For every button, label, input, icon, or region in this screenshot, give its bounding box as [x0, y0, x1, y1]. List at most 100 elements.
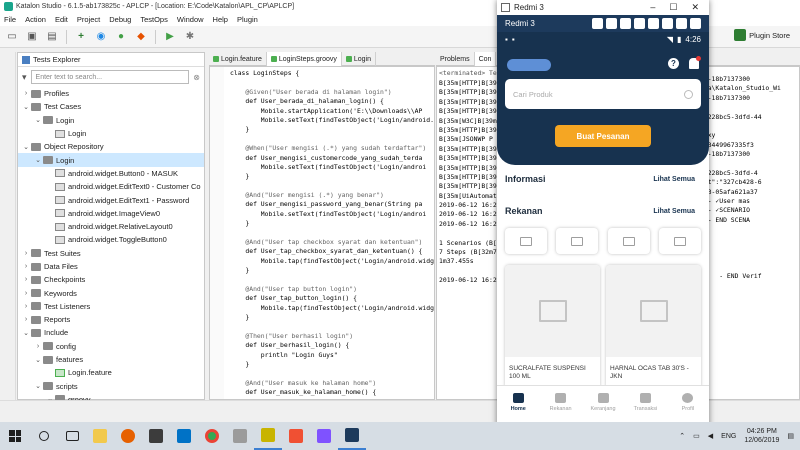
expand-arrow-icon[interactable]: › — [22, 276, 30, 283]
taskbar-katalon[interactable] — [254, 422, 282, 450]
menu-plugin[interactable]: Plugin — [237, 15, 258, 24]
phone-ctl-icon-4[interactable] — [634, 18, 645, 29]
minimize-icon[interactable]: – — [650, 2, 655, 13]
expand-arrow-icon[interactable]: ⌄ — [34, 382, 42, 390]
tree-item[interactable]: ⌄ scripts — [18, 380, 204, 393]
menu-action[interactable]: Action — [25, 15, 46, 24]
expand-arrow-icon[interactable]: › — [22, 290, 30, 297]
phone-ctl-icon-2[interactable] — [606, 18, 617, 29]
tree-item[interactable]: Login — [18, 127, 204, 140]
expand-arrow-icon[interactable]: › — [22, 250, 30, 257]
tree-item[interactable]: ⌄ Object Repository — [18, 140, 204, 153]
editor-tab[interactable]: LoginSteps.groovy — [266, 52, 342, 66]
taskbar-search[interactable] — [30, 422, 58, 450]
start-button[interactable] — [0, 422, 30, 450]
tree-item[interactable]: Login.feature — [18, 366, 204, 379]
tree-item[interactable]: › Data Files — [18, 260, 204, 273]
tree-item[interactable]: › Test Listeners — [18, 300, 204, 313]
notification-bell-icon[interactable] — [689, 56, 701, 69]
menu-window[interactable]: Window — [177, 15, 204, 24]
tree-item[interactable]: ⌄ Login — [18, 114, 204, 127]
filter-icon[interactable]: ▾ — [22, 72, 27, 83]
clock[interactable]: 04:26 PM 12/06/2019 — [744, 427, 779, 445]
clear-search-icon[interactable]: ⊗ — [193, 73, 200, 82]
taskbar-git[interactable] — [282, 422, 310, 450]
spy-icon[interactable]: ◉ — [93, 29, 109, 44]
debug-icon[interactable]: ✱ — [182, 29, 198, 44]
expand-arrow-icon[interactable]: › — [22, 263, 30, 270]
taskbar-task-view[interactable] — [58, 422, 86, 450]
tree-item[interactable]: ⌄ features — [18, 353, 204, 366]
phone-ctl-icon-7[interactable] — [676, 18, 687, 29]
tree-item[interactable]: › Test Suites — [18, 247, 204, 260]
taskbar-outlook[interactable] — [170, 422, 198, 450]
record-icon[interactable]: ● — [113, 29, 129, 44]
expand-arrow-icon[interactable]: ⌄ — [34, 356, 42, 364]
phone-ctl-icon-6[interactable] — [662, 18, 673, 29]
taskbar-scrcpy[interactable] — [338, 422, 366, 450]
tree-item[interactable]: › Keywords — [18, 286, 204, 299]
tree-item[interactable]: › Checkpoints — [18, 273, 204, 286]
save-all-icon[interactable]: ▤ — [44, 29, 60, 44]
expand-arrow-icon[interactable]: › — [22, 316, 30, 323]
language-indicator[interactable]: ENG — [721, 433, 736, 440]
taskbar-kotlin[interactable] — [310, 422, 338, 450]
notification-center-icon[interactable]: ▤ — [787, 432, 794, 440]
volume-icon[interactable]: ◀ — [708, 432, 713, 440]
tree-item[interactable]: › Reports — [18, 313, 204, 326]
tray-overflow-icon[interactable]: ⌃ — [679, 432, 685, 440]
phone-ctl-icon-1[interactable] — [592, 18, 603, 29]
expand-arrow-icon[interactable]: ⌄ — [22, 143, 30, 151]
partner-card[interactable] — [658, 228, 701, 254]
expand-arrow-icon[interactable]: ⌄ — [34, 156, 42, 164]
product-search-input[interactable]: Cari Produk — [505, 79, 701, 109]
editor-tab[interactable]: Login — [342, 52, 376, 66]
code-editor[interactable]: class LoginSteps { @Given("User berada d… — [209, 66, 435, 400]
console-tab[interactable]: Con — [474, 52, 497, 66]
menu-project[interactable]: Project — [77, 15, 100, 24]
explorer-search-input[interactable]: Enter text to search... — [30, 70, 190, 84]
product-card[interactable]: SUCRALFATE SUSPENSI 100 ML — [505, 265, 600, 389]
tree-item[interactable]: android.widget.EditText0 - Customer Co — [18, 180, 204, 193]
expand-arrow-icon[interactable]: ⌄ — [34, 116, 42, 124]
tree-item[interactable]: › config — [18, 340, 204, 353]
taskbar-firefox[interactable] — [114, 422, 142, 450]
add-icon[interactable]: + — [73, 29, 89, 44]
tree-item[interactable]: ⌄ Test Cases — [18, 100, 204, 113]
partner-card[interactable] — [505, 228, 547, 254]
expand-arrow-icon[interactable]: ⌄ — [22, 329, 30, 337]
maximize-icon[interactable]: ☐ — [669, 2, 677, 13]
close-icon[interactable]: ✕ — [691, 2, 699, 13]
menu-testops[interactable]: TestOps — [140, 15, 168, 24]
informasi-see-all-link[interactable]: Lihat Semua — [653, 176, 695, 183]
buat-pesanan-button[interactable]: Buat Pesanan — [555, 125, 651, 147]
new-icon[interactable]: ▭ — [4, 29, 20, 44]
tree-item[interactable]: ⌄ Include — [18, 326, 204, 339]
tree-item[interactable]: ⌄ Login — [18, 153, 204, 167]
taskbar-chrome[interactable] — [198, 422, 226, 450]
run-icon[interactable]: ▶ — [162, 29, 178, 44]
editor-tab[interactable]: Login.feature — [209, 52, 267, 66]
git-icon[interactable]: ◆ — [133, 29, 149, 44]
menu-edit[interactable]: Edit — [55, 15, 68, 24]
save-icon[interactable]: ▣ — [24, 29, 40, 44]
tree-item[interactable]: android.widget.EditText1 - Password — [18, 193, 204, 206]
phone-ctl-icon-3[interactable] — [620, 18, 631, 29]
taskbar-app[interactable] — [142, 422, 170, 450]
expand-arrow-icon[interactable]: ⌄ — [22, 103, 30, 111]
partner-card[interactable] — [556, 228, 599, 254]
tree-item[interactable]: android.widget.ImageView0 — [18, 207, 204, 220]
expand-arrow-icon[interactable]: › — [22, 303, 30, 310]
help-icon[interactable]: ? — [668, 58, 679, 69]
plugin-store-button[interactable]: Plugin Store — [734, 29, 790, 41]
taskbar-files[interactable] — [226, 422, 254, 450]
phone-ctl-icon-8[interactable] — [690, 18, 701, 29]
menu-file[interactable]: File — [4, 15, 16, 24]
tree-item[interactable]: › Profiles — [18, 87, 204, 100]
console-tab[interactable]: Problems — [436, 52, 475, 66]
network-icon[interactable]: ▭ — [693, 432, 700, 440]
menu-debug[interactable]: Debug — [109, 15, 131, 24]
tree-item[interactable]: android.widget.ToggleButton0 — [18, 233, 204, 246]
tree-item[interactable]: android.widget.Button0 - MASUK — [18, 167, 204, 180]
tree-item[interactable]: android.widget.RelativeLayout0 — [18, 220, 204, 233]
